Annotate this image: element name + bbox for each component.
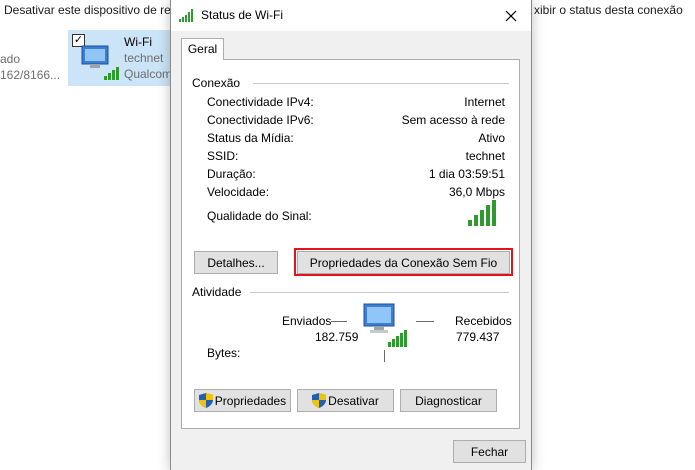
highlight-box [294,248,513,276]
disable-button[interactable]: Desativar [297,389,394,412]
speed-label: Velocidade: [207,185,270,199]
diagnose-button[interactable]: Diagnosticar [400,389,497,412]
ssid-label: SSID: [207,149,239,163]
details-button[interactable]: Detalhes... [194,251,278,274]
network-activity-icon [363,303,407,347]
close-button[interactable] [491,0,531,31]
media-status-value: Ativo [478,131,505,145]
disable-device-command[interactable]: Desativar este dispositivo de rede [4,3,184,17]
duration-label: Duração: [207,167,256,181]
adapter-name: Wi-Fi [124,35,152,49]
sent-label: Enviados [282,314,332,328]
ssid-value: technet [465,149,505,163]
close-icon [505,10,517,21]
wifi-adapter-item[interactable]: ✓ Wi-Fi technet Qualcomm [68,30,182,86]
wifi-status-dialog: Status de Wi-Fi Geral Conexão Conectivid… [170,0,532,470]
wifi-signal-icon [179,9,193,22]
dialog-title: Status de Wi-Fi [201,8,284,22]
connection-group-title: Conexão [192,76,241,90]
duration-value: 1 dia 03:59:51 [428,167,505,181]
activity-divider [384,350,385,362]
ipv4-label: Conectividade IPv4: [207,95,314,109]
adapter-network: technet [124,51,164,65]
bytes-label: Bytes: [207,346,241,360]
signal-strength-icon [468,200,496,226]
shield-icon [198,393,213,408]
close-dialog-button[interactable]: Fechar [453,440,526,463]
media-status-label: Status da Mídia: [207,131,294,145]
sent-dash [331,321,347,322]
properties-button[interactable]: Propriedades [194,389,291,412]
properties-button-label: Propriedades [214,393,287,408]
signal-quality-label: Qualidade do Sinal: [207,209,312,223]
dialog-titlebar[interactable]: Status de Wi-Fi [171,0,531,31]
ipv4-value: Internet [464,95,505,109]
tab-general[interactable]: Geral [181,38,224,60]
speed-value: 36,0 Mbps [448,185,505,199]
general-panel: Conexão Conectividade IPv4: Internet Con… [181,59,520,429]
ipv6-value: Sem acesso à rede [401,113,505,127]
disable-button-label: Desativar [328,393,379,408]
shield-icon [312,393,327,408]
group-divider [250,292,509,293]
activity-group-title: Atividade [192,285,242,299]
received-dash [416,321,434,322]
group-divider [253,83,509,84]
received-bytes-value: 779.437 [456,330,500,344]
sent-bytes-value: 182.759 [315,330,359,344]
background-text-fragment: ado [0,52,21,66]
network-adapter-icon [81,45,119,80]
ipv6-label: Conectividade IPv6: [207,113,314,127]
view-status-command[interactable]: xibir o status desta conexão [534,3,683,17]
received-label: Recebidos [455,314,512,328]
background-text-fragment: 162/8166... [0,68,61,82]
